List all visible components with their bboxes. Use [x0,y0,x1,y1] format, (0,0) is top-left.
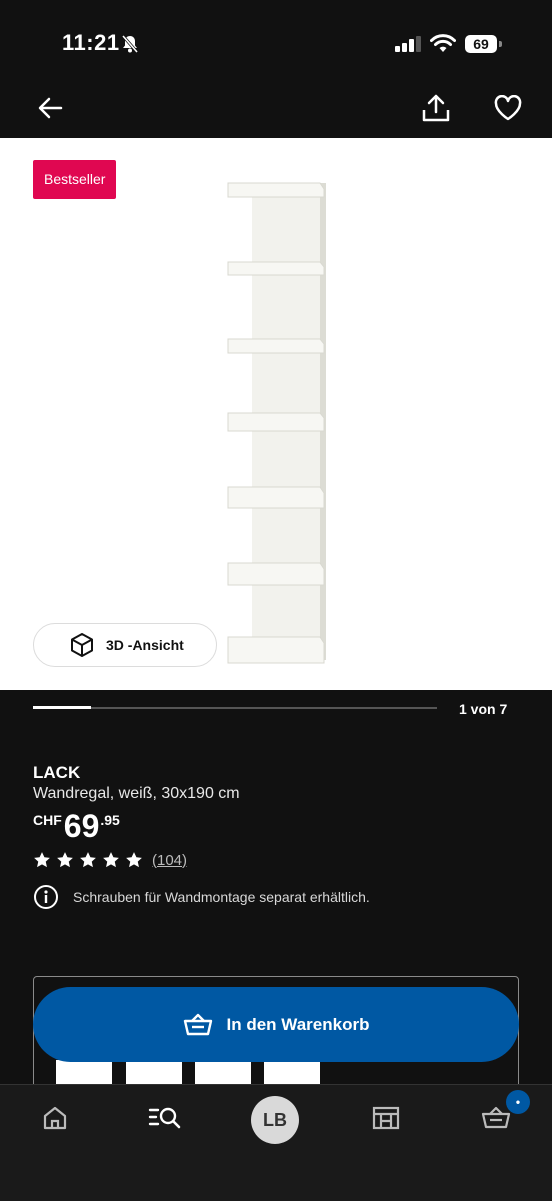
shopping-basket-icon [183,1013,212,1035]
search-icon [148,1107,181,1129]
price-main: 69 [63,808,100,844]
variant-thumbnail[interactable] [56,1060,112,1086]
star-icon [103,852,119,868]
share-button[interactable] [416,88,456,128]
product-description: Wandregal, weiß, 30x190 cm [33,785,240,802]
star-icon [34,852,50,868]
cart-count-badge: • [506,1090,530,1114]
cube-3d-icon [71,633,93,657]
info-icon [34,885,58,909]
home-icon [43,1106,67,1130]
carousel-progress-fill [33,706,91,709]
tab-profile-avatar[interactable]: LB [251,1096,299,1144]
view-3d-label: 3D -Ansicht [106,637,184,653]
share-icon [422,94,450,122]
cellular-signal-icon [395,36,423,57]
tab-home[interactable] [33,1098,77,1138]
variant-thumbnail[interactable] [126,1060,182,1086]
tab-store[interactable] [364,1098,408,1138]
variant-thumbnail[interactable] [195,1060,251,1086]
wifi-icon [430,34,456,59]
info-text: Schrauben für Wandmontage separat erhält… [73,889,370,905]
back-button[interactable] [30,88,70,128]
mounting-info: Schrauben für Wandmontage separat erhält… [33,884,370,910]
bestseller-badge: Bestseller [33,160,117,199]
heart-icon [494,95,522,121]
rating-row[interactable]: (104) [33,851,187,869]
carousel-progress-track [33,707,437,709]
star-icon [57,852,73,868]
shopping-basket-icon [481,1106,511,1129]
add-to-cart-button[interactable]: In den Warenkorb [33,987,519,1062]
variant-thumbnail[interactable] [264,1060,320,1086]
price-currency: CHF [33,812,62,828]
arrow-left-icon [38,97,63,119]
favorite-button[interactable] [488,88,528,128]
review-count-link[interactable]: (104) [152,852,187,869]
price-decimals: .95 [100,812,120,828]
product-price: CHF 69 .95 [33,808,120,844]
tab-search[interactable] [143,1098,187,1138]
store-icon [372,1106,400,1130]
star-icon [80,852,96,868]
product-name: LACK [33,763,81,782]
status-time: 11:21 [62,30,120,55]
battery-indicator: 69 [465,35,497,53]
add-to-cart-label: In den Warenkorb [226,1014,370,1034]
battery-tip [499,41,502,47]
carousel-page-count: 1 von 7 [459,701,508,717]
star-icon [126,852,142,868]
product-image [220,175,340,675]
bell-muted-icon [120,34,140,59]
view-3d-button[interactable]: 3D -Ansicht [33,623,217,667]
